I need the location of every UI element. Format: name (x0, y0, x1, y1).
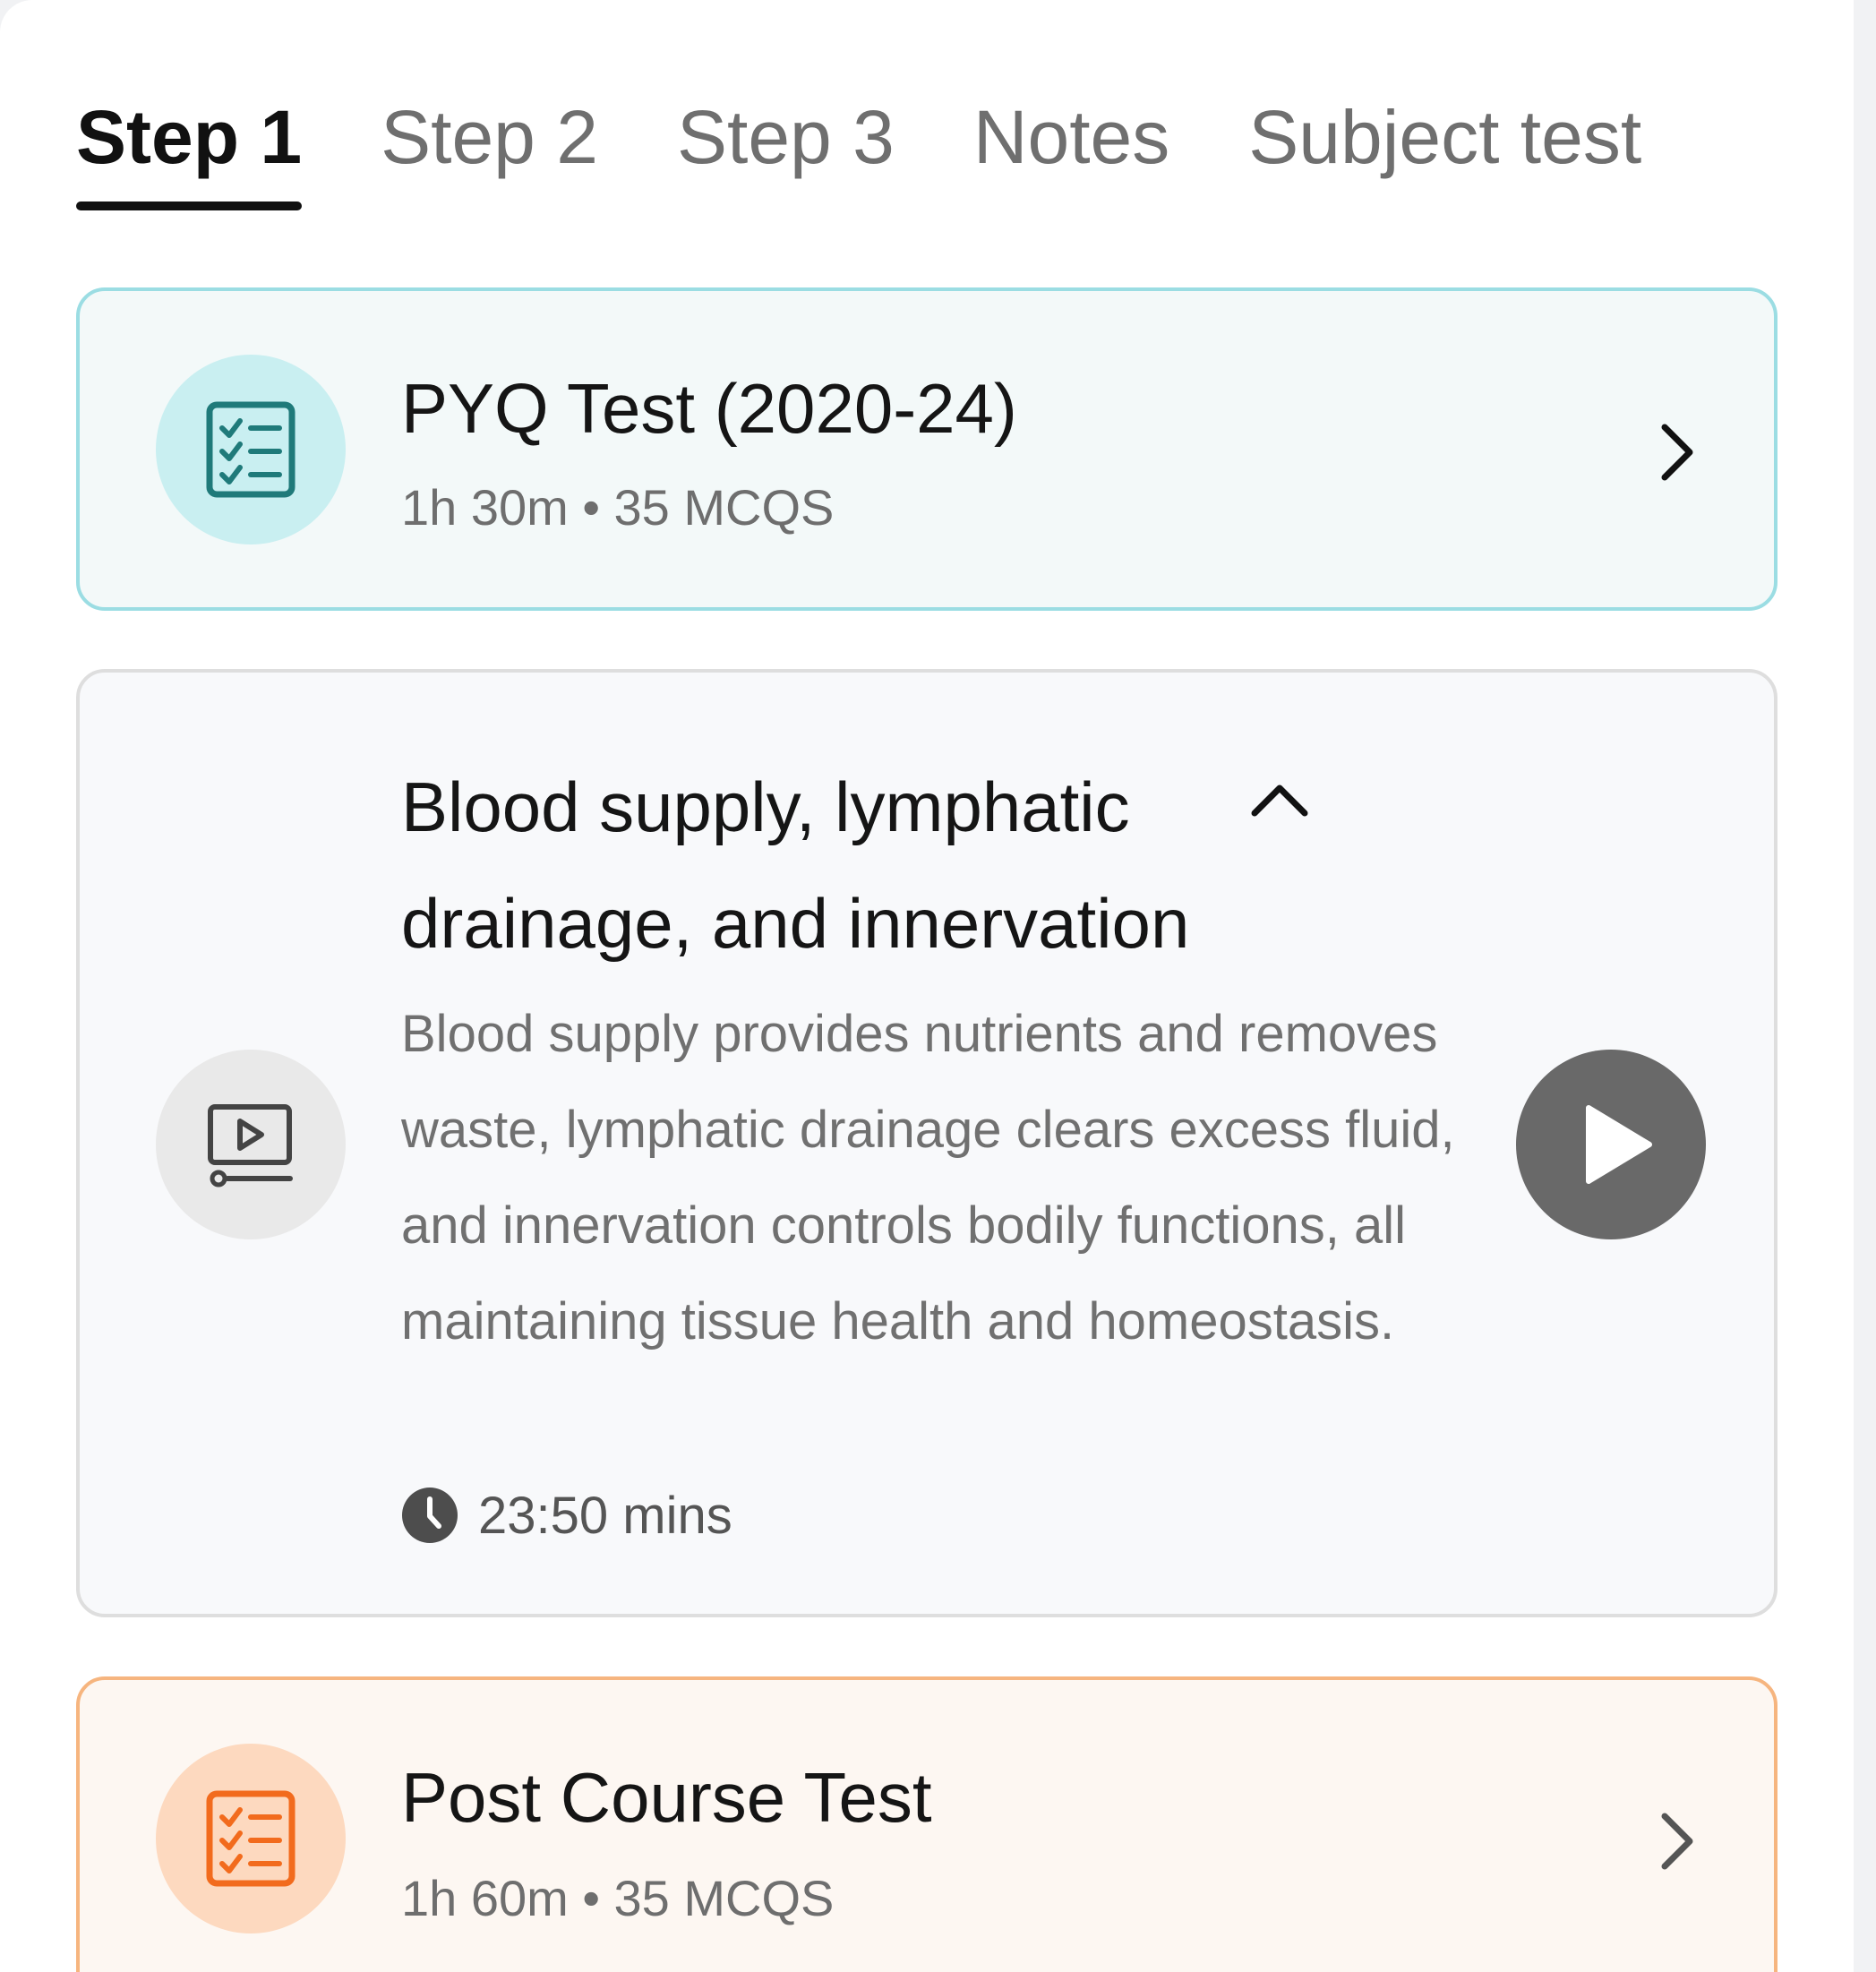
video-lesson-icon (208, 1104, 293, 1187)
pyq-icon-circle (156, 355, 346, 544)
video-duration: 23:50 mins (401, 1479, 732, 1551)
video-lesson-card[interactable]: Blood supply, lymphatic drainage, and in… (76, 669, 1777, 1617)
course-content-panel: Step 1 Step 2 Step 3 Notes Subject test … (0, 0, 1854, 1972)
play-icon (1586, 1105, 1652, 1184)
post-test-meta: 1h 60m • 35 MCQS (401, 1870, 835, 1926)
post-course-test-card[interactable]: Post Course Test 1h 60m • 35 MCQS (76, 1676, 1777, 1972)
clock-icon (402, 1488, 458, 1543)
chevron-up-icon[interactable] (1244, 767, 1315, 829)
checklist-icon (206, 401, 296, 498)
video-description: Blood supply provides nutrients and remo… (401, 1005, 1455, 1350)
tab-notes[interactable]: Notes (973, 85, 1169, 219)
chevron-right-icon[interactable] (1650, 416, 1704, 488)
pyq-meta: 1h 30m • 35 MCQS (401, 479, 835, 536)
post-test-title: Post Course Test (401, 1758, 932, 1837)
tab-step-2[interactable]: Step 2 (381, 85, 598, 219)
duration-text: 23:50 mins (478, 1486, 732, 1545)
pyq-title: PYQ Test (2020-24) (401, 369, 1017, 448)
post-test-icon-circle (156, 1744, 346, 1933)
play-button[interactable] (1516, 1050, 1706, 1239)
tab-step-3[interactable]: Step 3 (677, 85, 895, 219)
video-title: Blood supply, lymphatic drainage, and in… (401, 767, 1190, 963)
checklist-icon (206, 1790, 296, 1887)
tab-subject-test[interactable]: Subject test (1248, 85, 1641, 219)
video-icon-circle (156, 1050, 346, 1239)
tab-step-1[interactable]: Step 1 (76, 85, 303, 219)
chevron-right-icon[interactable] (1650, 1805, 1704, 1877)
tab-bar: Step 1 Step 2 Step 3 Notes Subject test (76, 85, 1720, 219)
pyq-test-card[interactable]: PYQ Test (2020-24) 1h 30m • 35 MCQS (76, 287, 1777, 611)
